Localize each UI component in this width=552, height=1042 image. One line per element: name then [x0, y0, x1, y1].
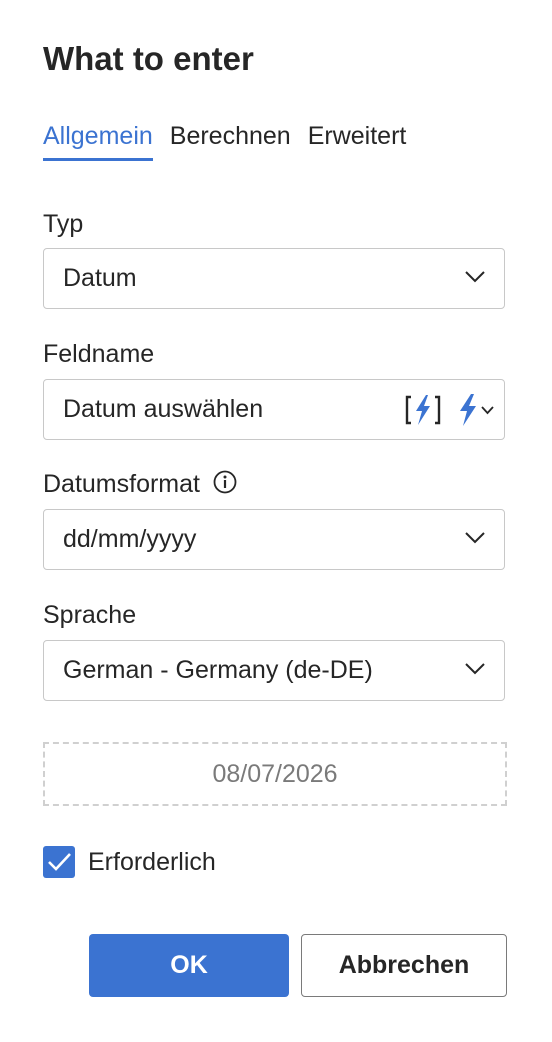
- typ-label: Typ: [43, 210, 84, 238]
- chevron-down-icon: [465, 532, 485, 544]
- tab-erweitert[interactable]: Erweitert: [308, 122, 407, 161]
- tab-berechnen[interactable]: Berechnen: [170, 122, 291, 161]
- datumsformat-label: Datumsformat: [43, 470, 200, 498]
- cancel-button[interactable]: Abbrechen: [301, 934, 507, 997]
- tab-allgemein[interactable]: Allgemein: [43, 122, 153, 161]
- datumsformat-label-row: Datumsformat: [43, 470, 237, 499]
- info-icon[interactable]: [213, 470, 237, 494]
- feldname-value: Datum auswählen: [63, 395, 264, 423]
- feldname-input[interactable]: Datum auswählen: [43, 379, 505, 440]
- bracket-lightning-icon[interactable]: [405, 392, 441, 428]
- sprache-label: Sprache: [43, 601, 137, 629]
- checkmark-icon: [48, 853, 71, 871]
- sprache-select[interactable]: German - Germany (de-DE): [43, 640, 505, 701]
- sprache-value: German - Germany (de-DE): [63, 656, 373, 684]
- chevron-down-icon: [481, 405, 494, 414]
- date-preview-value: 08/07/2026: [212, 759, 338, 788]
- dialog-title: What to enter: [43, 40, 254, 77]
- ok-button[interactable]: OK: [89, 934, 289, 997]
- lightning-icon: [460, 394, 476, 426]
- tab-bar: Allgemein Berechnen Erweitert: [43, 122, 406, 161]
- merge-field-button[interactable]: [457, 393, 494, 427]
- datumsformat-value: dd/mm/yyyy: [63, 525, 197, 553]
- required-checkbox[interactable]: [43, 846, 75, 878]
- chevron-down-icon: [465, 271, 485, 283]
- datumsformat-select[interactable]: dd/mm/yyyy: [43, 509, 505, 570]
- chevron-down-icon: [465, 663, 485, 675]
- date-preview: 08/07/2026: [43, 742, 507, 806]
- feldname-label: Feldname: [43, 340, 155, 368]
- typ-value: Datum: [63, 264, 137, 292]
- typ-select[interactable]: Datum: [43, 248, 505, 309]
- required-label: Erforderlich: [88, 848, 216, 876]
- feldname-icons: [405, 392, 494, 428]
